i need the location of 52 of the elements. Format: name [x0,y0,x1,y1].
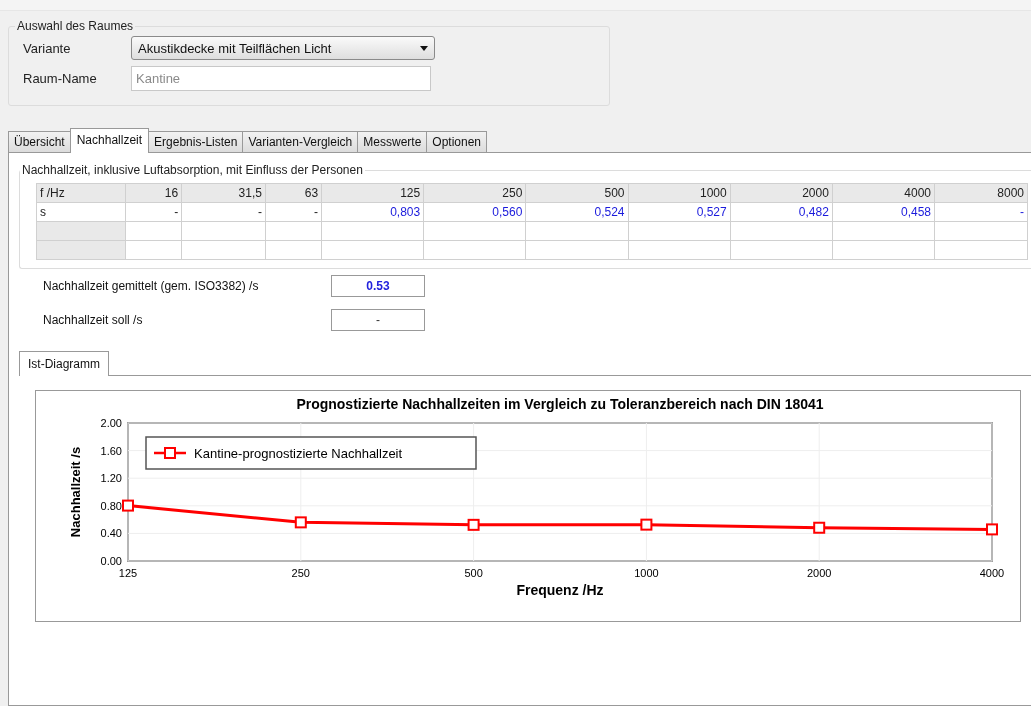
legend-marker-icon [154,447,186,459]
y-tick-label: 0.40 [100,527,122,540]
tab[interactable]: Ergebnis-Listen [148,131,244,153]
table-header-cell: 31,5 [181,183,266,203]
tab[interactable]: Varianten-Vergleich [242,131,359,153]
table-header-cell: 2000 [730,183,833,203]
x-tick-label: 250 [291,567,310,579]
value-field: - [331,309,425,331]
x-tick-label: 500 [464,567,483,579]
table-header-cell: 125 [321,183,424,203]
y-tick-label: 2.00 [100,417,122,429]
x-tick-label: 125 [118,567,138,579]
data-point [467,518,480,531]
data-point [640,518,653,531]
table-header-cell: 1000 [628,183,731,203]
variant-dropdown[interactable]: Akustikdecke mit Teilflächen Licht [131,36,435,60]
y-tick-label: 0.80 [100,499,122,512]
chart-title: Prognostizierte Nachhallzeiten im Vergleich zu Toleranzbereich nach DIN 18041 [296,396,824,412]
data-point [294,516,307,529]
value-field: 0.53 [331,275,425,297]
table-header-cell: 63 [265,183,322,203]
room-name-field[interactable]: Kantine [131,65,431,91]
data-point [813,521,826,534]
tab[interactable]: Ist-Diagramm [19,351,109,376]
field-label: Raum-Name [22,70,98,86]
y-tick-label: 1.60 [100,444,122,457]
data-point [122,499,134,512]
tab[interactable]: Messwerte [357,131,428,153]
group-title: Nachhallzeit, inklusive Luftabsorption, mit Einfluss der Personen [21,163,364,177]
legend-label: Kantine-prognostizierte Nachhallzeit [194,446,403,461]
table-header-cell: f /Hz [36,183,126,203]
tab[interactable]: Übersicht [8,131,71,153]
table-header-cell: 250 [423,183,526,203]
caret-icon [420,45,428,51]
tab[interactable]: Optionen [426,131,487,153]
x-axis-title: Frequenz /Hz [516,582,604,598]
field-label: Nachhallzeit gemittelt (gem. ISO3382) /s [43,279,260,293]
table-header-cell: 16 [125,183,182,203]
y-axis-title: Nachhallzeit /s [68,446,83,538]
table-header-cell: 8000 [934,183,1028,203]
y-tick-label: 1.20 [100,472,122,485]
group-title: Auswahl des Raumes [16,19,135,33]
tab[interactable]: Nachhallzeit [69,128,150,153]
data-point [986,523,998,536]
y-tick-label: 0.00 [100,555,122,567]
table-header-cell: 4000 [832,183,935,203]
x-tick-label: 4000 [979,567,1005,579]
field-label: Variante [22,40,72,56]
field-label: Nachhallzeit soll /s [43,313,144,327]
table-header-cell: 500 [525,183,629,203]
x-tick-label: 1000 [634,567,659,579]
x-tick-label: 2000 [806,567,832,579]
